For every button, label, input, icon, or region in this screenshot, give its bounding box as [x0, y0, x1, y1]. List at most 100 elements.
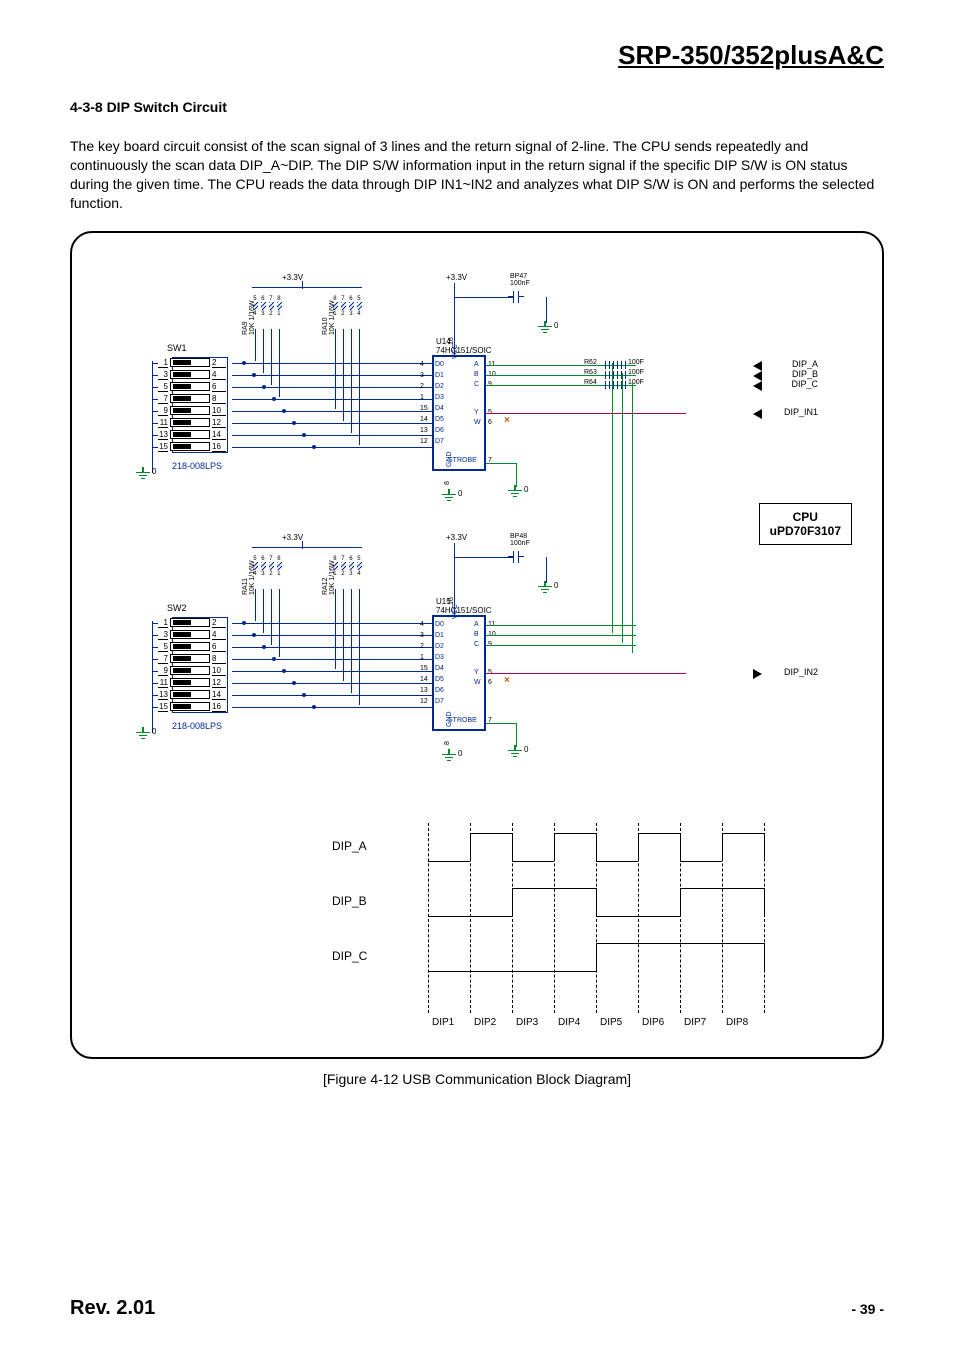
- pin-name: D0: [435, 361, 444, 368]
- switch-body: [170, 678, 210, 687]
- pin-number: 15: [158, 702, 168, 712]
- pin-name: W: [474, 679, 481, 686]
- vcc-label: +3.3V: [446, 533, 467, 542]
- wire: [351, 589, 352, 693]
- wire: [622, 373, 623, 643]
- wire: [152, 435, 158, 436]
- timing-divider: [428, 823, 429, 1013]
- switch-row: 3 4: [158, 629, 226, 641]
- pin-name: Y: [474, 409, 479, 416]
- pin-name: D3: [435, 654, 444, 661]
- pin-number: 1: [420, 394, 424, 401]
- wire: [279, 329, 280, 397]
- wire: [232, 623, 432, 624]
- pin-name: D2: [435, 643, 444, 650]
- switch-body: [170, 394, 210, 403]
- pin-number: 4: [420, 621, 424, 628]
- cpu-block: CPU uPD70F3107: [759, 503, 852, 545]
- wire: [516, 723, 517, 747]
- wire: [152, 361, 153, 473]
- wire: [252, 547, 362, 548]
- pin-number: 14: [420, 416, 428, 423]
- pin-number: 14: [212, 430, 226, 440]
- wire: [232, 695, 432, 696]
- wire: [152, 423, 158, 424]
- timing-col-label: DIP8: [726, 1017, 748, 1028]
- wire: [152, 387, 158, 388]
- figure-box: SW1 1 2 3 4 5 6 7 8 9 10 11 12 13 14 15 …: [70, 231, 884, 1059]
- pin-name: D1: [435, 632, 444, 639]
- wire: [232, 635, 432, 636]
- pin-number: 2: [420, 643, 424, 650]
- cpu-name: CPU: [770, 510, 841, 524]
- wire: [255, 589, 256, 621]
- pin-number: 3: [420, 632, 424, 639]
- switch-body: [170, 702, 210, 711]
- wire: [454, 297, 514, 298]
- pin-number: 4: [420, 361, 424, 368]
- pin-number: 8: [444, 481, 451, 485]
- wire: [335, 329, 336, 409]
- switch-row: 5 6: [158, 641, 226, 653]
- pin-name: A: [474, 361, 479, 368]
- pin-number: 3: [158, 370, 168, 380]
- wire: [232, 435, 432, 436]
- switch-body: [170, 690, 210, 699]
- wire: [271, 589, 272, 645]
- switch-row: 9 10: [158, 665, 226, 677]
- timing-col-label: DIP7: [684, 1017, 706, 1028]
- wire: [232, 363, 432, 364]
- timing-diagram: DIP_ADIP_BDIP_CDIP1DIP2DIP3DIP4DIP5DIP6D…: [332, 823, 772, 1043]
- junction-dot: [282, 409, 286, 413]
- pin-number: 11: [158, 678, 168, 688]
- pin-number: 1: [158, 358, 168, 368]
- signal-arrow-icon: [744, 409, 762, 419]
- junction-dot: [242, 621, 246, 625]
- switch-row: 7 8: [158, 393, 226, 405]
- wire: [232, 671, 432, 672]
- junction-dot: [282, 669, 286, 673]
- pin-number: 7: [158, 654, 168, 664]
- signal-label: DIP_A: [792, 359, 818, 369]
- wire: [232, 423, 432, 424]
- wire: [263, 329, 264, 373]
- pin-number: 2: [420, 383, 424, 390]
- timing-col-label: DIP1: [432, 1017, 454, 1028]
- ground-symbol: 0: [538, 581, 552, 593]
- switch-row: 1 2: [158, 357, 226, 369]
- pin-number: 1: [158, 618, 168, 628]
- ground-symbol: 0: [508, 485, 522, 497]
- wire: [486, 463, 516, 464]
- wire: [486, 625, 636, 626]
- pin-number: 3: [158, 630, 168, 640]
- wire: [351, 329, 352, 433]
- wire: [152, 707, 158, 708]
- wire: [232, 707, 432, 708]
- pin-number: 10: [212, 406, 226, 416]
- pin-name: A: [474, 621, 479, 628]
- switch-part: 218-008LPS: [172, 461, 222, 471]
- wire: [152, 671, 158, 672]
- pin-name: D4: [435, 665, 444, 672]
- switch-body: [170, 618, 210, 627]
- figure-caption: [Figure 4-12 USB Communication Block Dia…: [70, 1071, 884, 1087]
- wire: [232, 683, 432, 684]
- wire: [343, 329, 344, 421]
- wire: [152, 683, 158, 684]
- pin-number: 12: [212, 418, 226, 428]
- switch-body: [170, 630, 210, 639]
- pin-number: 15: [420, 665, 428, 672]
- ground-symbol: 0: [136, 727, 150, 739]
- wire: [152, 635, 158, 636]
- resistor-network: 81726354: [332, 555, 362, 577]
- wire: [152, 363, 158, 364]
- wire: [232, 447, 432, 448]
- cap-ref: BP48100nF: [510, 533, 530, 547]
- wire: [232, 659, 432, 660]
- pin-number: 12: [212, 678, 226, 688]
- pin-name: B: [474, 631, 479, 638]
- wire: [152, 375, 158, 376]
- switch-name: SW2: [167, 603, 187, 613]
- signal-arrow-icon: [744, 361, 762, 371]
- junction-dot: [242, 361, 246, 365]
